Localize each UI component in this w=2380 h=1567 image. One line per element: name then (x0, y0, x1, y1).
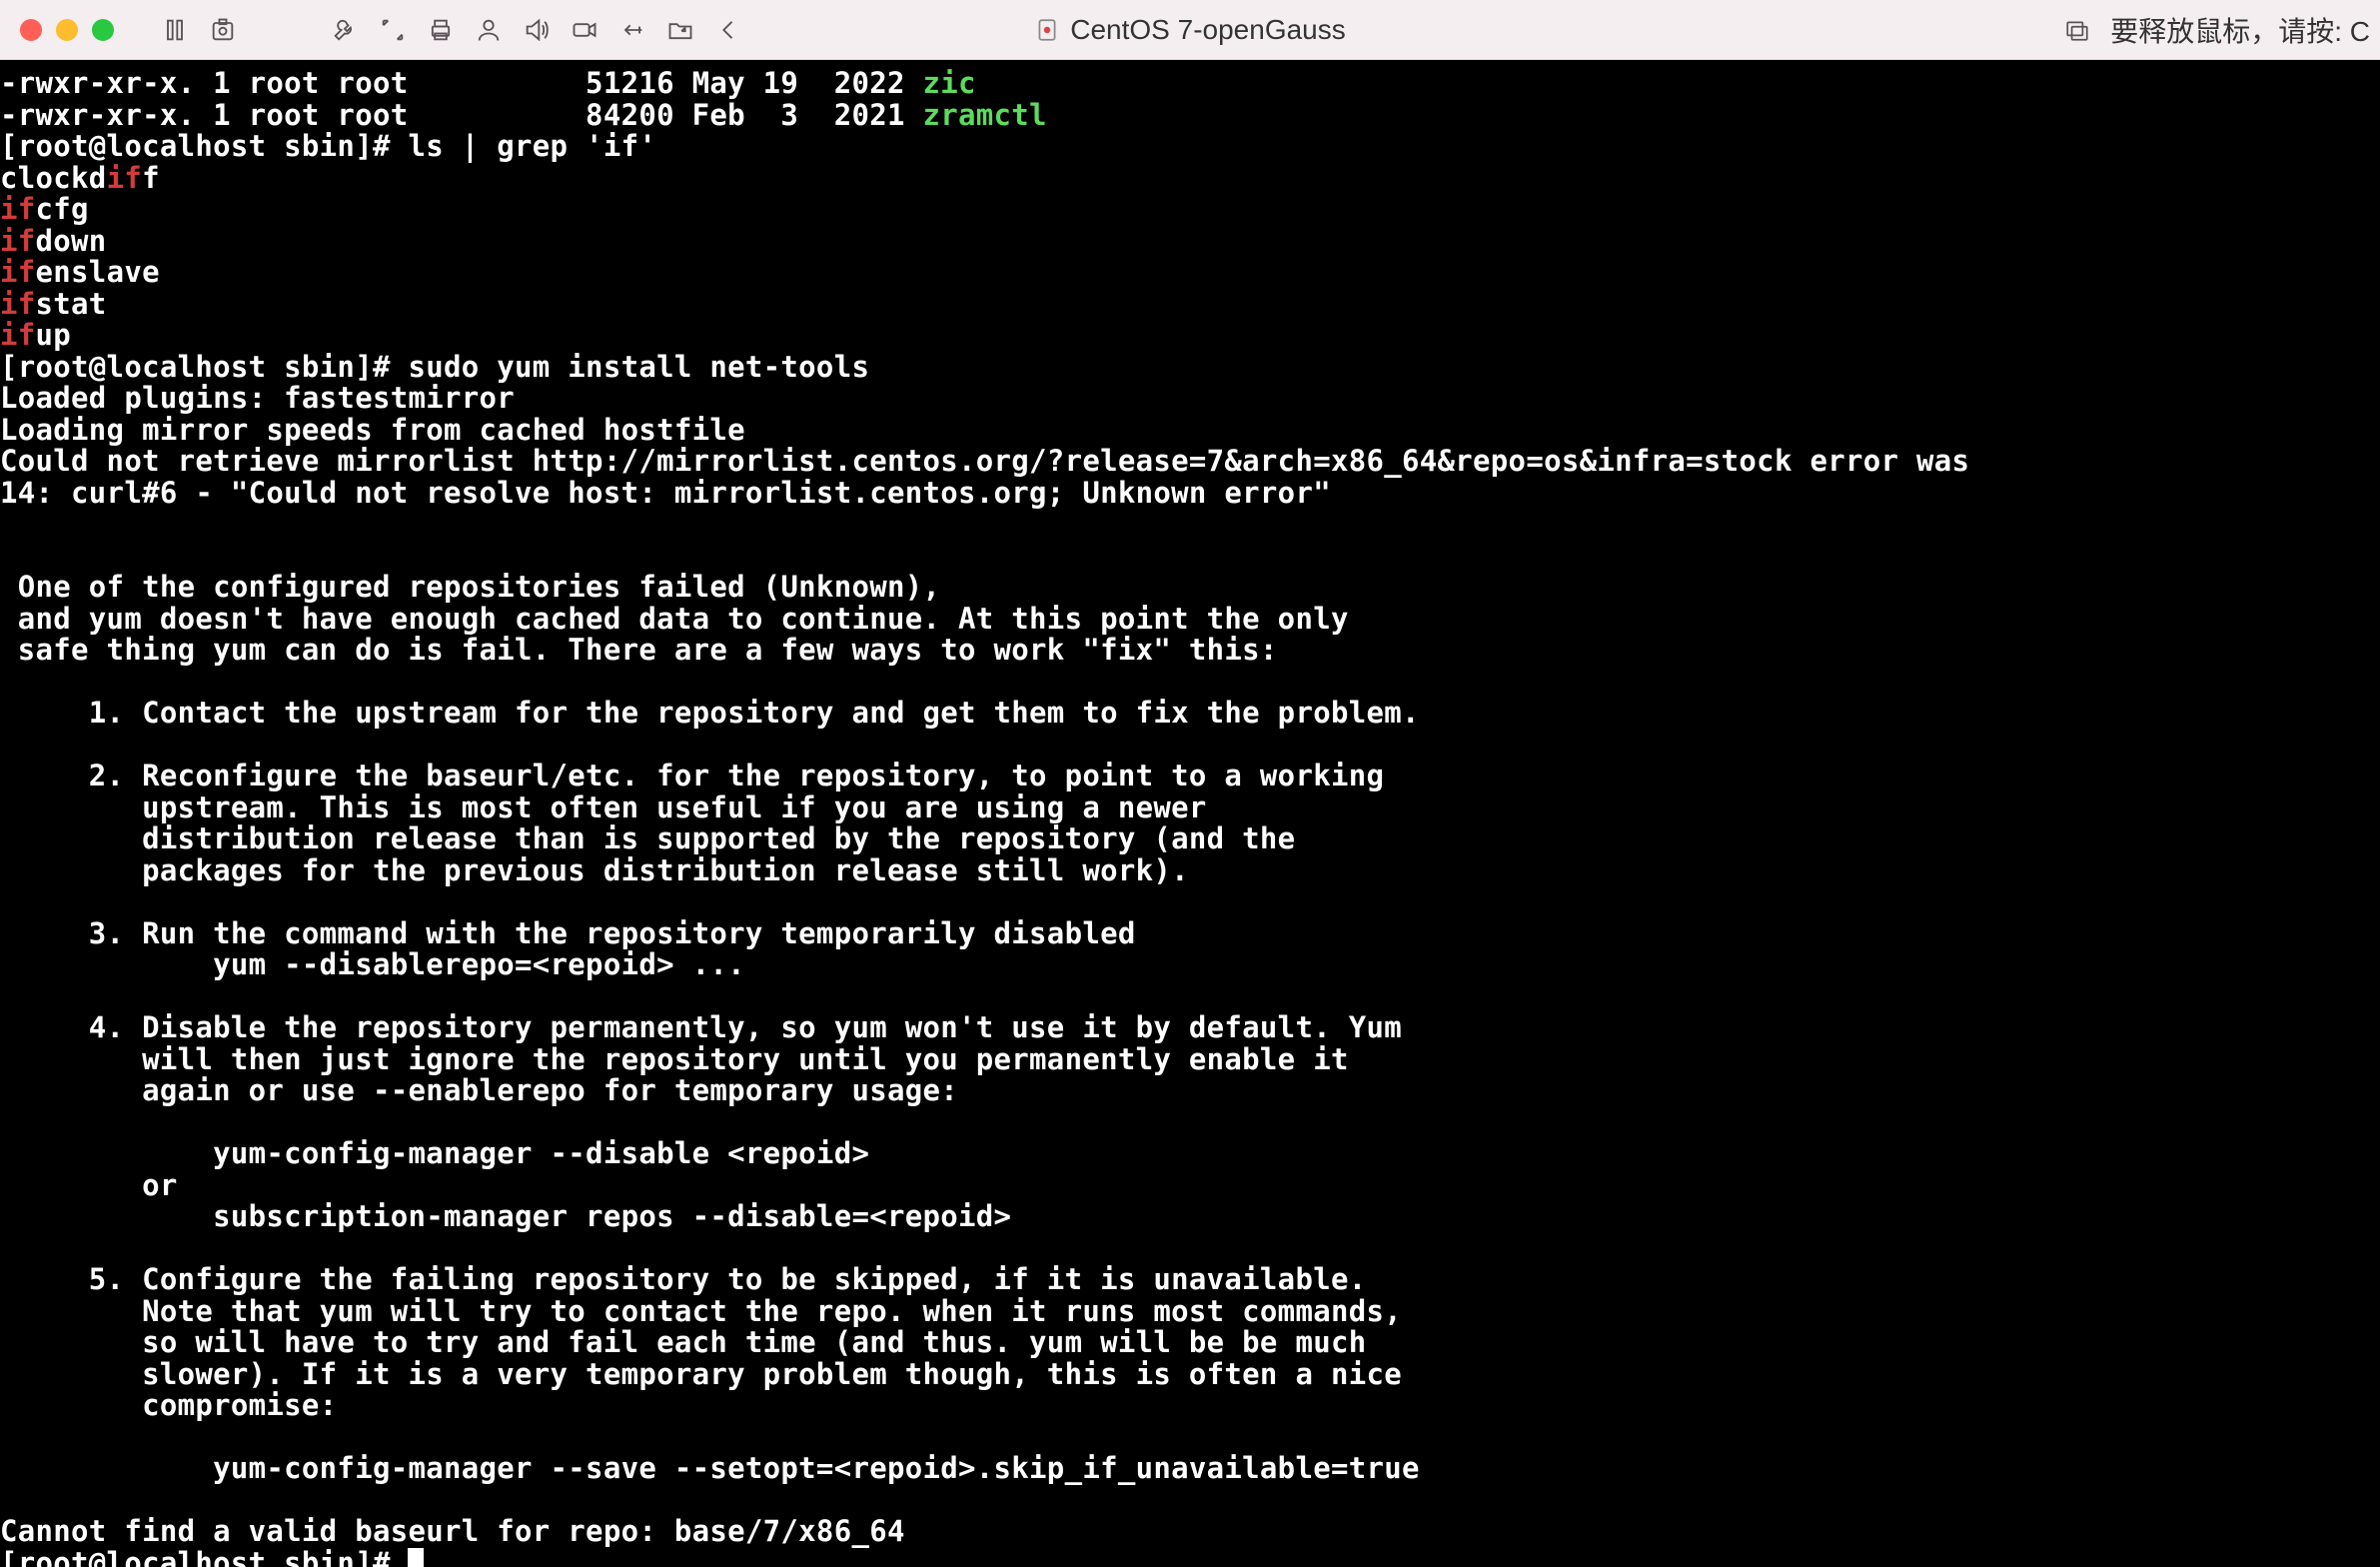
ls-row: -rwxr-xr-x. 1 root root 84200 Feb 3 2021… (0, 98, 1047, 132)
prompt-line: [root@localhost sbin]# (0, 1546, 424, 1567)
user-icon[interactable] (472, 13, 506, 47)
wrench-icon[interactable] (328, 13, 362, 47)
cursor (408, 1548, 424, 1567)
printer-icon[interactable] (424, 13, 458, 47)
folder-share-icon[interactable] (663, 13, 697, 47)
terminal[interactable]: -rwxr-xr-x. 1 root root 51216 May 19 202… (0, 60, 2380, 1567)
usb-icon[interactable] (615, 13, 649, 47)
output-line: 4. Disable the repository permanently, s… (0, 1010, 1402, 1044)
output-line: and yum doesn't have enough cached data … (0, 602, 1349, 636)
output-line: Could not retrieve mirrorlist http://mir… (0, 444, 1969, 478)
output-line: distribution release than is supported b… (0, 821, 1295, 855)
output-line: again or use --enablerepo for temporary … (0, 1073, 958, 1107)
grep-result: ifup (0, 318, 71, 352)
output-line: packages for the previous distribution r… (0, 853, 1189, 887)
output-line: 3. Run the command with the repository t… (0, 916, 1136, 950)
output-line: yum --disablerepo=<repoid> ... (0, 947, 745, 981)
output-line: Loading mirror speeds from cached hostfi… (0, 413, 745, 447)
output-line: One of the configured repositories faile… (0, 570, 940, 604)
back-icon[interactable] (711, 13, 745, 47)
traffic-lights (20, 19, 114, 41)
right-hint: 要释放鼠标，请按: C (2064, 10, 2370, 50)
output-line: will then just ignore the repository unt… (0, 1042, 1349, 1076)
output-line: compromise: (0, 1388, 337, 1422)
grep-result: ifdown (0, 224, 107, 258)
output-line: yum-config-manager --save --setopt=<repo… (0, 1451, 1420, 1485)
window-toolbar: CentOS 7-openGauss 要释放鼠标，请按: C (0, 0, 2380, 60)
resize-icon[interactable] (376, 13, 410, 47)
volume-icon[interactable] (520, 13, 554, 47)
grep-result: ifenslave (0, 255, 160, 289)
output-line: slower). If it is a very temporary probl… (0, 1357, 1402, 1391)
grep-result: clockdiff (0, 161, 160, 195)
window-title-text: CentOS 7-openGauss (1070, 14, 1346, 46)
output-line: yum-config-manager --disable <repoid> (0, 1136, 869, 1170)
output-line: upstream. This is most often useful if y… (0, 790, 1207, 824)
output-line: 1. Contact the upstream for the reposito… (0, 696, 1420, 730)
output-line: subscription-manager repos --disable=<re… (0, 1199, 1011, 1233)
output-line: Loaded plugins: fastestmirror (0, 381, 515, 415)
zoom-window-button[interactable] (92, 19, 114, 41)
document-icon (1034, 17, 1060, 43)
output-line: 2. Reconfigure the baseurl/etc. for the … (0, 759, 1384, 792)
mouse-release-hint: 要释放鼠标，请按: C (2110, 10, 2370, 50)
grep-result: ifstat (0, 287, 107, 321)
ls-row: -rwxr-xr-x. 1 root root 51216 May 19 202… (0, 66, 976, 100)
output-line: Note that yum will try to contact the re… (0, 1294, 1402, 1328)
snapshot-icon[interactable] (206, 13, 240, 47)
pause-icon[interactable] (158, 13, 192, 47)
output-line: or (0, 1168, 178, 1202)
output-line: 5. Configure the failing repository to b… (0, 1262, 1366, 1296)
grep-result: ifcfg (0, 192, 89, 226)
minimize-window-button[interactable] (56, 19, 78, 41)
output-line: Cannot find a valid baseurl for repo: ba… (0, 1514, 905, 1548)
prompt-line: [root@localhost sbin]# ls | grep 'if' (0, 129, 656, 163)
video-icon[interactable] (568, 13, 601, 47)
output-line: 14: curl#6 - "Could not resolve host: mi… (0, 476, 1331, 510)
windows-icon[interactable] (2064, 17, 2090, 43)
output-line: so will have to try and fail each time (… (0, 1325, 1366, 1359)
output-line: safe thing yum can do is fail. There are… (0, 633, 1278, 667)
prompt-line: [root@localhost sbin]# sudo yum install … (0, 350, 869, 384)
close-window-button[interactable] (20, 19, 42, 41)
